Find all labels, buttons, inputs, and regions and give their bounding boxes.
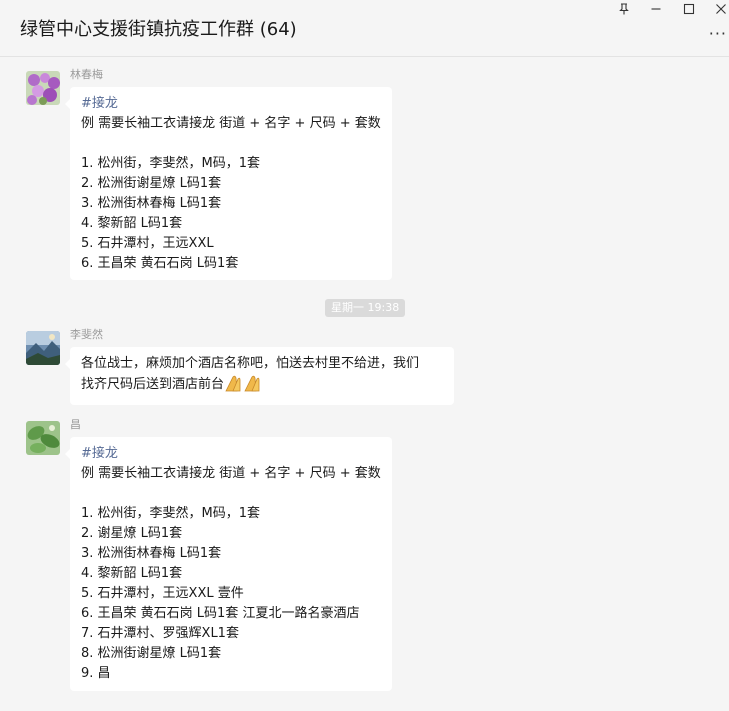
- message-line: 9. 昌: [81, 666, 111, 681]
- message-line: 各位战士，麻烦加个酒店名称吧，怕送去村里不给进，我们: [81, 356, 420, 371]
- message-bubble[interactable]: #接龙 例 需要长袖工衣请接龙 街道 + 名字 + 尺码 + 套数 1. 松州街…: [65, 87, 392, 280]
- message-line-text: 找齐尺码后送到酒店前台: [81, 377, 225, 392]
- message-line: 4. 黎新韶 L码1套: [81, 216, 183, 231]
- minimize-icon[interactable]: [641, 0, 671, 18]
- more-icon[interactable]: ···: [709, 24, 727, 43]
- message-line: 4. 黎新韶 L码1套: [81, 566, 183, 581]
- message-bubble[interactable]: #接龙 例 需要长袖工衣请接龙 街道 + 名字 + 尺码 + 套数 1. 松州街…: [65, 437, 392, 691]
- message-line: 5. 石井潭村，王远XXL: [81, 236, 214, 251]
- sender-name: 昌: [70, 418, 81, 431]
- sender-name: 林春梅: [70, 68, 103, 81]
- green-plant-avatar[interactable]: [26, 421, 60, 455]
- message-line: 3. 松洲街林春梅 L码1套: [81, 546, 222, 561]
- pin-icon[interactable]: [609, 0, 639, 18]
- close-icon[interactable]: [706, 0, 729, 18]
- hashtag-link[interactable]: #接龙: [81, 94, 381, 114]
- landscape-avatar[interactable]: [26, 331, 60, 365]
- message-line: 例 需要长袖工衣请接龙 街道 + 名字 + 尺码 + 套数: [81, 116, 381, 131]
- message-line: 找齐尺码后送到酒店前台: [81, 374, 443, 399]
- chat-title: 绿管中心支援街镇抗疫工作群 (64): [20, 19, 297, 40]
- message-line: 7. 石井潭村、罗强辉XL1套: [81, 626, 239, 641]
- timestamp-divider: 星期一 19:38: [325, 299, 406, 317]
- message-line: 6. 王昌荣 黄石石岗 L码1套 江夏北一路名豪酒店: [81, 606, 360, 621]
- maximize-icon[interactable]: [674, 0, 704, 18]
- praying-hands-icon: [224, 374, 264, 399]
- message-line: 8. 松洲街谢星燎 L码1套: [81, 646, 222, 661]
- message-list[interactable]: 林春梅 #接龙 例 需要长袖工衣请接龙 街道 + 名字 + 尺码 + 套数 1.…: [0, 57, 729, 711]
- message-bubble[interactable]: 各位战士，麻烦加个酒店名称吧，怕送去村里不给进，我们 找齐尺码后送到酒店前台: [65, 347, 454, 405]
- message-line: 例 需要长袖工衣请接龙 街道 + 名字 + 尺码 + 套数: [81, 466, 381, 481]
- chat-window: 绿管中心支援街镇抗疫工作群 (64) ··· 林春梅 #接龙 例 需要长袖工衣请…: [0, 0, 729, 711]
- message-line: 2. 谢星燎 L码1套: [81, 526, 183, 541]
- message-line: [81, 484, 381, 504]
- message-line: 6. 王昌荣 黄石石岗 L码1套: [81, 256, 239, 271]
- message-line: 2. 松洲街谢星燎 L码1套: [81, 176, 222, 191]
- message-line: 1. 松州街，李斐然，M码，1套: [81, 506, 261, 521]
- message-line: 5. 石井潭村，王远XXL 壹件: [81, 586, 244, 601]
- hashtag-link[interactable]: #接龙: [81, 444, 381, 464]
- purple-flowers-avatar[interactable]: [26, 71, 60, 105]
- message-line: 1. 松州街，李斐然，M码，1套: [81, 156, 261, 171]
- message-line: [81, 134, 381, 154]
- sender-name: 李斐然: [70, 328, 103, 341]
- message-line: 3. 松洲街林春梅 L码1套: [81, 196, 222, 211]
- chat-header: 绿管中心支援街镇抗疫工作群 (64) ···: [0, 0, 729, 57]
